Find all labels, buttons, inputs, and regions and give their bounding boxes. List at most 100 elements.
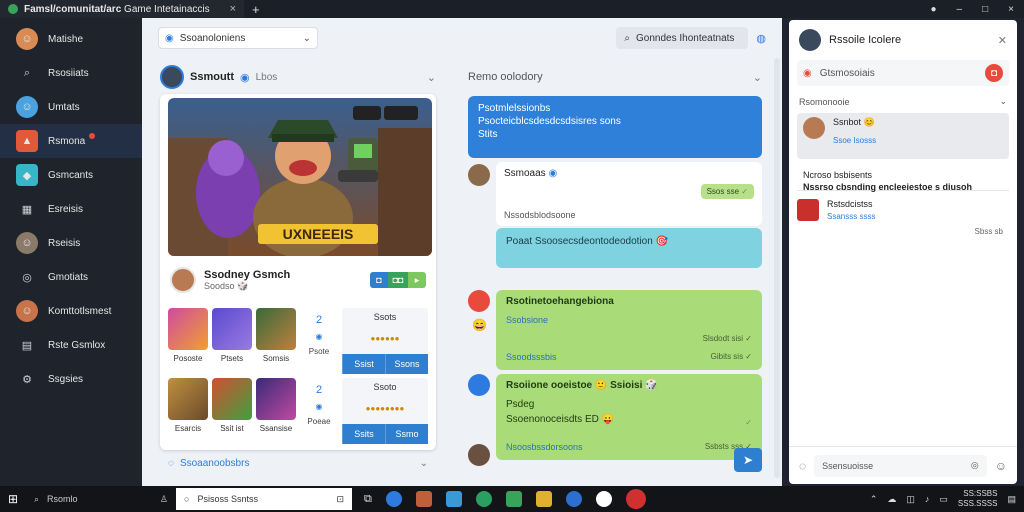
start-button[interactable]: ⊞ (0, 492, 26, 506)
photos-icon[interactable] (415, 491, 432, 507)
sidebar-item-gmotiats[interactable]: ◎ Gmotiats (0, 260, 142, 294)
game-tile[interactable]: Esarcis (168, 378, 208, 444)
browser-tab[interactable]: Famsl/comunitat/arc Game Intetainaccis × (0, 0, 244, 18)
window-controls: ● – □ × (931, 4, 1024, 15)
hero-artwork: UXNEEEIS (168, 98, 432, 256)
share-button[interactable]: ◘ (370, 272, 388, 288)
play-button[interactable]: Ssits (342, 424, 385, 444)
xbox-icon[interactable] (475, 491, 492, 507)
media-icon[interactable] (595, 491, 612, 507)
sidebar-item-rste-gsmlox[interactable]: ▤ Rste Gsmlox (0, 328, 142, 362)
task-view-icon[interactable]: ⧉ (364, 493, 372, 506)
maximize-button[interactable]: □ (982, 4, 988, 15)
lock-icon: ⊡ (336, 493, 344, 504)
taskbar-search-field[interactable]: ○ Psisoss Ssntss ⊡ (176, 488, 352, 510)
attach-icon[interactable]: ◌ (799, 459, 806, 473)
search-box[interactable]: ⌕ Gonndes Ihonteatnats (616, 27, 749, 49)
show-more-row[interactable]: ◌ Ssoaanoobsbrs ⌄ (160, 452, 436, 474)
community-select[interactable]: ◉ Ssoanoloniens ⌄ (158, 27, 318, 49)
more-button[interactable]: ▸ (408, 272, 426, 288)
sidebar-item-ssgsies[interactable]: ⚙ Ssgsies (0, 362, 142, 396)
list-item[interactable]: Ssnbot 😊 Ssoe Isosss (797, 113, 1009, 159)
game-tile[interactable]: Ssansise (256, 378, 296, 444)
close-window-button[interactable]: × (1008, 4, 1014, 15)
game-tile[interactable]: Pososte (168, 308, 208, 374)
sidebar-item-komttotlsmest[interactable]: ☺ Komttotlsmest (0, 294, 142, 328)
scrollbar[interactable] (774, 58, 780, 478)
security-icon[interactable] (505, 491, 522, 507)
streamer-row: Ssodney Gsmch Soodso 🎲 ◘ ◘◘ ▸ (170, 262, 426, 298)
user-avatar[interactable] (468, 164, 490, 186)
profile-avatar[interactable] (799, 29, 821, 51)
chevron-down-icon[interactable]: ⌄ (427, 71, 436, 84)
game-thumbnail (212, 308, 252, 350)
chevron-down-icon: ⌄ (302, 32, 311, 44)
close-icon[interactable]: ✕ (998, 34, 1007, 47)
battery-icon[interactable]: ▭ (939, 494, 948, 505)
person-icon: ♙ (159, 493, 168, 504)
user-avatar-icon: ☺ (16, 232, 38, 254)
streamer-avatar[interactable] (170, 267, 196, 293)
record-app-icon[interactable] (625, 489, 646, 509)
extension-icon[interactable]: ● (931, 4, 937, 15)
sidebar-item-gsmcants[interactable]: ◆ Gsmcants (0, 158, 142, 192)
player-count: 2 ◉ Poeae (307, 384, 331, 426)
list-item[interactable]: Rstsdcistss Ssansss ssss (797, 199, 1009, 221)
sidebar-item-umtats[interactable]: ☺ Umtats (0, 90, 142, 124)
chevron-down-icon[interactable]: ⌄ (999, 96, 1007, 107)
verified-icon: ◉ (315, 402, 323, 411)
minimize-button[interactable]: – (957, 4, 963, 15)
notifications-icon[interactable]: ◍ (756, 32, 766, 45)
volume-icon[interactable]: ♪ (925, 494, 930, 504)
game-tile[interactable]: Ssit ist (212, 378, 252, 444)
play-button[interactable]: Ssist (342, 354, 385, 374)
edge-icon[interactable] (385, 491, 402, 507)
follow-button[interactable]: ◘◘ (388, 272, 408, 288)
join-button[interactable]: Ssmo (385, 424, 428, 444)
join-button[interactable]: Ssons (385, 354, 428, 374)
browser-icon[interactable] (565, 491, 582, 507)
game-thumbnail (256, 378, 296, 420)
top-bar: ◉ Ssoanoloniens ⌄ ⌕ Gonndes Ihonteatnats… (142, 18, 782, 58)
tab-close-icon[interactable]: × (230, 3, 236, 15)
system-tray: ⌃ ☁ ◫ ♪ ▭ SS:SSBS SSS.SSSS ▤ (870, 489, 1024, 509)
channel-avatar[interactable] (160, 65, 184, 89)
game-icon: ▲ (16, 130, 38, 152)
sidebar-item-rsmona[interactable]: ▲ Rsmona (0, 124, 142, 158)
verified-icon: ◉ (240, 71, 250, 84)
stream-actions: ◘ ◘◘ ▸ (370, 272, 426, 288)
user-avatar[interactable] (468, 374, 490, 396)
folder-icon[interactable] (535, 491, 552, 507)
network-icon[interactable]: ◫ (906, 494, 915, 505)
game-tile[interactable]: Somsis (256, 308, 296, 374)
send-button[interactable]: ➤ (734, 448, 762, 472)
emoji-icon[interactable]: ☺ (995, 459, 1007, 473)
message-input[interactable]: Ssensuoisse ◎ (814, 454, 987, 477)
chevron-down-icon[interactable]: ⌄ (753, 71, 762, 84)
panel-search-input[interactable]: ◉ Gtsmosoiais ◘ (797, 60, 1009, 86)
clock[interactable]: SS:SSBS SSS.SSSS (958, 489, 998, 509)
message-bubble: Ssmoaas ◉ Ssos sse ✓ Nssodsblodsoone (496, 162, 762, 226)
sidebar-item-rseisis[interactable]: ☺ Rseisis (0, 226, 142, 260)
gif-icon[interactable]: ◎ (971, 460, 979, 471)
game-tile[interactable]: Ptsets (212, 308, 252, 374)
sidebar-item-search[interactable]: ⌕ Rsosiiats (0, 56, 142, 90)
sidebar-item-esreisis[interactable]: ▦ Esreisis (0, 192, 142, 226)
user-avatar[interactable] (468, 444, 490, 466)
game-actions: Ssots ●●●●●● Ssist Ssons (342, 308, 428, 374)
notification-center-icon[interactable]: ▤ (1007, 494, 1016, 505)
user-avatar (803, 117, 825, 139)
sidebar-item-matishe[interactable]: ☺ Matishe (0, 22, 142, 56)
message-bubble: Poaat Ssoosecsdeontodeodotion 🎯 (496, 228, 762, 268)
hero-image[interactable]: UXNEEEIS (168, 98, 432, 256)
store-icon[interactable] (445, 491, 462, 507)
chevron-up-icon[interactable]: ⌃ (870, 494, 878, 505)
user-avatar[interactable] (468, 290, 490, 312)
tab-title: Famsl/comunitat/arc Game Intetainaccis (24, 3, 210, 15)
taskbar-search[interactable]: ⌕ Rsomlo ♙ (26, 486, 176, 512)
message-bubble: Rsoiione ooeistoe 🙂 Ssioisi 🎲 Psdeg Ssoe… (496, 374, 762, 460)
new-tab-button[interactable]: + (252, 2, 260, 17)
game-icon: ◆ (16, 164, 38, 186)
cloud-icon[interactable]: ☁ (887, 494, 896, 505)
add-button[interactable]: ◘ (985, 64, 1003, 82)
